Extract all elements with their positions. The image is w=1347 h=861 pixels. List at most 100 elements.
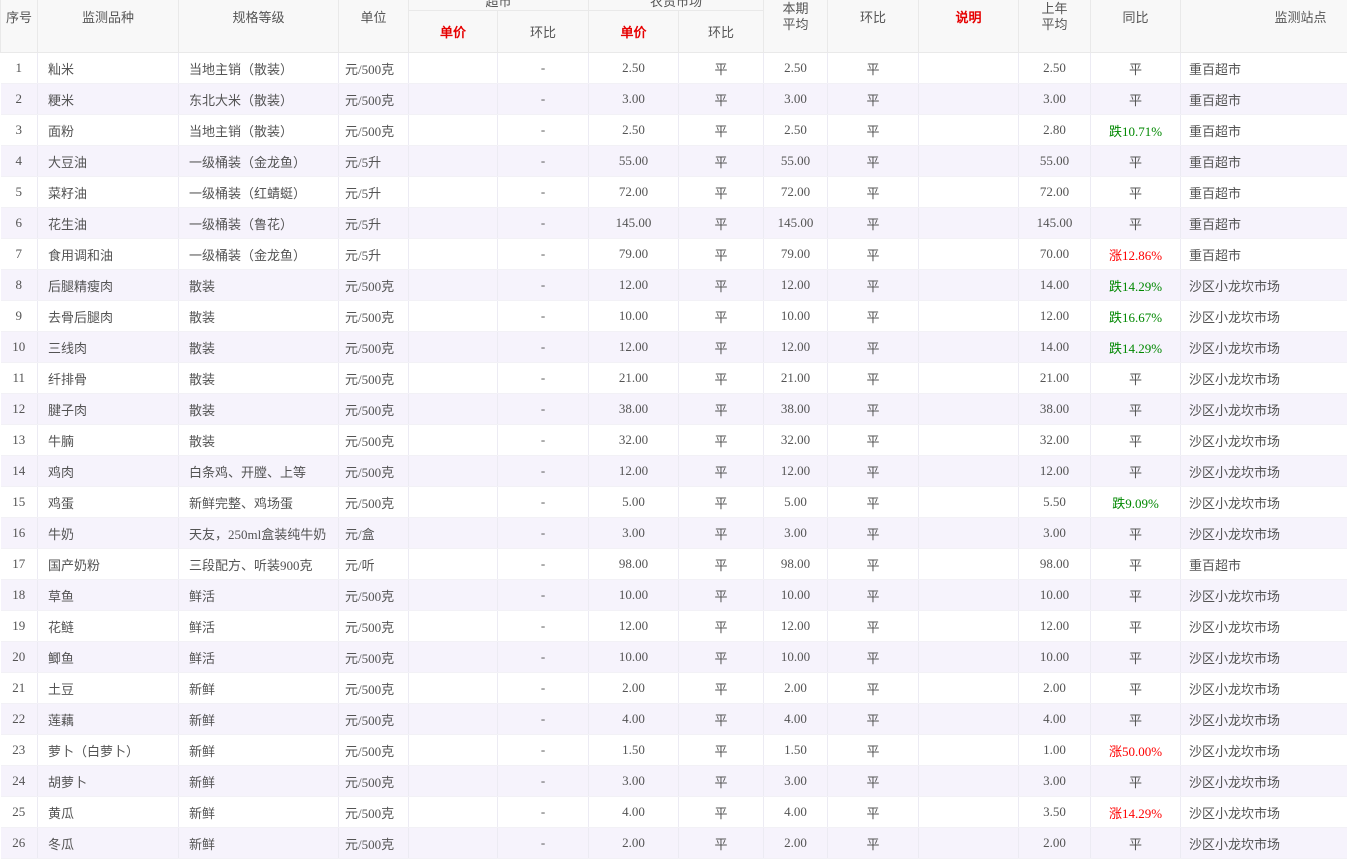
supermarket-price [409,518,498,549]
avg-mom: 平 [828,673,919,704]
supermarket-price [409,735,498,766]
variety: 大豆油 [38,146,179,177]
row-no: 23 [1,735,38,766]
col-group-supermarket: 超市 [409,0,589,11]
farmers-market-mom: 平 [679,208,764,239]
supermarket-price [409,580,498,611]
yoy: 平 [1091,766,1181,797]
last-year-avg: 12.00 [1019,611,1091,642]
note [919,642,1019,673]
station: 沙区小龙坎市场 [1181,580,1347,611]
supermarket-price [409,208,498,239]
supermarket-mom: - [498,177,589,208]
row-no: 20 [1,642,38,673]
note [919,394,1019,425]
row-no: 26 [1,828,38,859]
yoy: 平 [1091,673,1181,704]
header-row-groups: 序号 监测品种 规格等级 单位 超市 农贸市场 本期 平均 环比 说明 上年 平… [1,0,1347,11]
unit: 元/500克 [339,84,409,115]
station: 沙区小龙坎市场 [1181,394,1347,425]
variety: 冬瓜 [38,828,179,859]
yoy: 涨14.29% [1091,797,1181,828]
unit: 元/500克 [339,394,409,425]
station: 重百超市 [1181,84,1347,115]
row-no: 7 [1,239,38,270]
farmers-market-price: 72.00 [589,177,679,208]
row-no: 9 [1,301,38,332]
avg-mom: 平 [828,518,919,549]
yoy: 平 [1091,84,1181,115]
farmers-market-price: 10.00 [589,642,679,673]
period-avg: 2.00 [764,828,828,859]
station: 沙区小龙坎市场 [1181,487,1347,518]
table-row: 3面粉当地主销（散装）元/500克-2.50平2.50平2.80跌10.71%重… [1,115,1347,146]
supermarket-mom: - [498,797,589,828]
farmers-market-price: 2.00 [589,828,679,859]
table-row: 8后腿精瘦肉散装元/500克-12.00平12.00平14.00跌14.29%沙… [1,270,1347,301]
supermarket-mom: - [498,146,589,177]
row-no: 21 [1,673,38,704]
note [919,704,1019,735]
spec: 散装 [179,425,339,456]
spec: 新鲜 [179,673,339,704]
last-year-avg: 3.00 [1019,766,1091,797]
supermarket-mom: - [498,487,589,518]
farmers-market-mom: 平 [679,828,764,859]
supermarket-price [409,642,498,673]
period-avg: 12.00 [764,332,828,363]
variety: 后腿精瘦肉 [38,270,179,301]
farmers-market-mom: 平 [679,394,764,425]
col-header-farm-price: 单价 [589,11,679,53]
supermarket-price [409,115,498,146]
yoy: 平 [1091,704,1181,735]
row-no: 14 [1,456,38,487]
farmers-market-mom: 平 [679,84,764,115]
supermarket-mom: - [498,673,589,704]
last-year-avg: 2.00 [1019,828,1091,859]
farmers-market-price: 98.00 [589,549,679,580]
supermarket-mom: - [498,84,589,115]
spec: 东北大米（散装） [179,84,339,115]
note [919,239,1019,270]
variety: 土豆 [38,673,179,704]
last-year-avg: 4.00 [1019,704,1091,735]
farmers-market-price: 12.00 [589,332,679,363]
note [919,332,1019,363]
note [919,673,1019,704]
price-table: 序号 监测品种 规格等级 单位 超市 农贸市场 本期 平均 环比 说明 上年 平… [0,0,1347,859]
last-year-avg: 2.00 [1019,673,1091,704]
supermarket-price [409,797,498,828]
last-year-avg: 21.00 [1019,363,1091,394]
farmers-market-price: 32.00 [589,425,679,456]
period-avg: 10.00 [764,642,828,673]
station: 沙区小龙坎市场 [1181,301,1347,332]
period-avg: 4.00 [764,797,828,828]
unit: 元/5升 [339,208,409,239]
yoy: 平 [1091,611,1181,642]
variety: 黄瓜 [38,797,179,828]
note [919,177,1019,208]
unit: 元/5升 [339,146,409,177]
spec: 当地主销（散装） [179,115,339,146]
period-avg: 12.00 [764,611,828,642]
avg-mom: 平 [828,115,919,146]
unit: 元/500克 [339,735,409,766]
station: 沙区小龙坎市场 [1181,797,1347,828]
period-avg: 3.00 [764,766,828,797]
station: 沙区小龙坎市场 [1181,363,1347,394]
supermarket-mom: - [498,115,589,146]
period-avg: 2.50 [764,53,828,84]
supermarket-price [409,611,498,642]
unit: 元/500克 [339,797,409,828]
table-row: 18草鱼鲜活元/500克-10.00平10.00平10.00平沙区小龙坎市场 [1,580,1347,611]
price-table-container: 序号 监测品种 规格等级 单位 超市 农贸市场 本期 平均 环比 说明 上年 平… [0,0,1347,859]
period-avg: 3.00 [764,518,828,549]
note [919,611,1019,642]
farmers-market-price: 79.00 [589,239,679,270]
note [919,735,1019,766]
note [919,53,1019,84]
avg-mom: 平 [828,394,919,425]
avg-mom: 平 [828,704,919,735]
supermarket-price [409,425,498,456]
avg-mom: 平 [828,332,919,363]
